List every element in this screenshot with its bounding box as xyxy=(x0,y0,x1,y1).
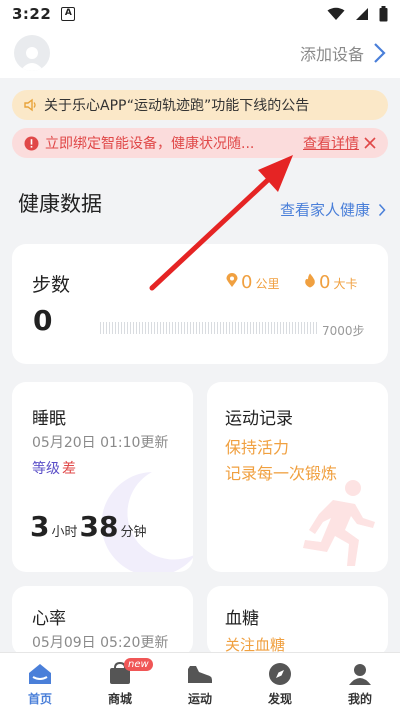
user-avatar[interactable] xyxy=(14,35,50,71)
steps-card[interactable]: 步数 0 0 公里 0 大卡 7000步 xyxy=(12,244,388,364)
view-details-link[interactable]: 查看详情 xyxy=(303,133,359,153)
tab-discover-label: 发现 xyxy=(267,692,292,706)
close-icon[interactable] xyxy=(364,137,376,149)
add-device-label: 添加设备 xyxy=(299,45,364,64)
speaker-icon xyxy=(24,98,36,112)
distance-metric: 0 公里 xyxy=(226,272,279,293)
location-pin-icon xyxy=(226,273,238,287)
tab-home[interactable]: 首页 xyxy=(0,653,80,710)
steps-value: 0 xyxy=(33,304,53,337)
warning-icon xyxy=(24,136,39,150)
steps-goal: 7000步 xyxy=(322,324,365,338)
sleep-level-value: 差 xyxy=(62,461,76,477)
sleep-hours-unit: 小时 xyxy=(51,525,78,540)
compass-icon xyxy=(269,663,291,685)
sleep-duration: 3 小时 38 分钟 xyxy=(30,510,148,543)
family-health-label: 查看家人健康 xyxy=(279,201,370,219)
exercise-line1: 保持活力 xyxy=(225,438,290,457)
heart-rate-updated: 05月09日 05:20更新 xyxy=(32,635,169,651)
avatar-placeholder-icon xyxy=(20,47,44,71)
flame-icon xyxy=(305,273,315,288)
sleep-hours: 3 xyxy=(30,510,50,543)
exercise-title: 运动记录 xyxy=(225,409,293,429)
distance-unit: 公里 xyxy=(255,277,280,291)
exercise-record-card[interactable]: 运动记录 保持活力 记录每一次锻炼 xyxy=(207,382,388,572)
calorie-unit: 大卡 xyxy=(333,277,358,291)
health-data-title: 健康数据 xyxy=(18,192,102,216)
wifi-icon xyxy=(327,7,345,20)
steps-progress-track xyxy=(100,322,318,334)
announcement-banner[interactable]: 关于乐心APP“运动轨迹跑”功能下线的公告 xyxy=(12,90,388,120)
tab-sport[interactable]: 运动 xyxy=(160,653,240,710)
bind-device-alert: 立即绑定智能设备，健康状况随... 查看详情 xyxy=(12,128,388,158)
sleep-title: 睡眠 xyxy=(32,409,66,429)
sleep-minutes: 38 xyxy=(79,510,119,543)
tab-mine-label: 我的 xyxy=(347,692,372,706)
sleep-level: 等级差 xyxy=(32,458,76,478)
bottom-tab-bar: 首页 new 商城 运动 发现 我的 xyxy=(0,652,400,710)
heart-rate-card[interactable]: 心率 05月09日 05:20更新 xyxy=(12,586,193,656)
sleep-minutes-unit: 分钟 xyxy=(120,525,147,540)
family-health-link[interactable]: 查看家人健康 xyxy=(280,199,386,220)
tab-home-label: 首页 xyxy=(27,692,52,706)
blood-sugar-card[interactable]: 血糖 关注血糖 xyxy=(207,586,388,656)
sleep-updated: 05月20日 01:10更新 xyxy=(32,435,169,451)
chevron-right-icon xyxy=(374,43,386,63)
tab-shop[interactable]: new 商城 xyxy=(80,653,160,710)
home-icon xyxy=(29,664,51,684)
tab-discover[interactable]: 发现 xyxy=(240,653,320,710)
steps-progress-bar xyxy=(100,322,318,334)
steps-title: 步数 xyxy=(32,274,71,296)
announcement-text: 关于乐心APP“运动轨迹跑”功能下线的公告 xyxy=(44,98,310,114)
tab-sport-label: 运动 xyxy=(187,692,212,706)
blood-sugar-title: 血糖 xyxy=(225,609,259,629)
distance-value: 0 xyxy=(241,272,253,293)
signal-icon xyxy=(356,8,368,20)
tab-mine[interactable]: 我的 xyxy=(320,653,400,710)
calorie-metric: 0 大卡 xyxy=(304,272,357,293)
status-time: 3:22 xyxy=(12,5,52,23)
battery-icon xyxy=(379,6,388,22)
runner-icon xyxy=(303,480,375,566)
add-device-button[interactable]: 添加设备 xyxy=(300,41,386,65)
new-badge: new xyxy=(124,658,153,671)
status-bar: 3:22 A xyxy=(0,0,400,28)
sleep-level-label: 等级 xyxy=(32,461,60,477)
calorie-value: 0 xyxy=(319,272,331,293)
shoe-icon xyxy=(188,666,212,683)
heart-rate-title: 心率 xyxy=(32,609,66,629)
chevron-right-icon xyxy=(378,203,386,216)
alert-text: 立即绑定智能设备，健康状况随... xyxy=(45,136,255,152)
sleep-card[interactable]: 睡眠 05月20日 01:10更新 等级差 3 小时 38 分钟 xyxy=(12,382,193,572)
profile-icon xyxy=(349,664,371,685)
tab-shop-label: 商城 xyxy=(107,692,132,706)
notification-a-icon: A xyxy=(61,7,76,21)
top-header: 添加设备 xyxy=(0,28,400,78)
